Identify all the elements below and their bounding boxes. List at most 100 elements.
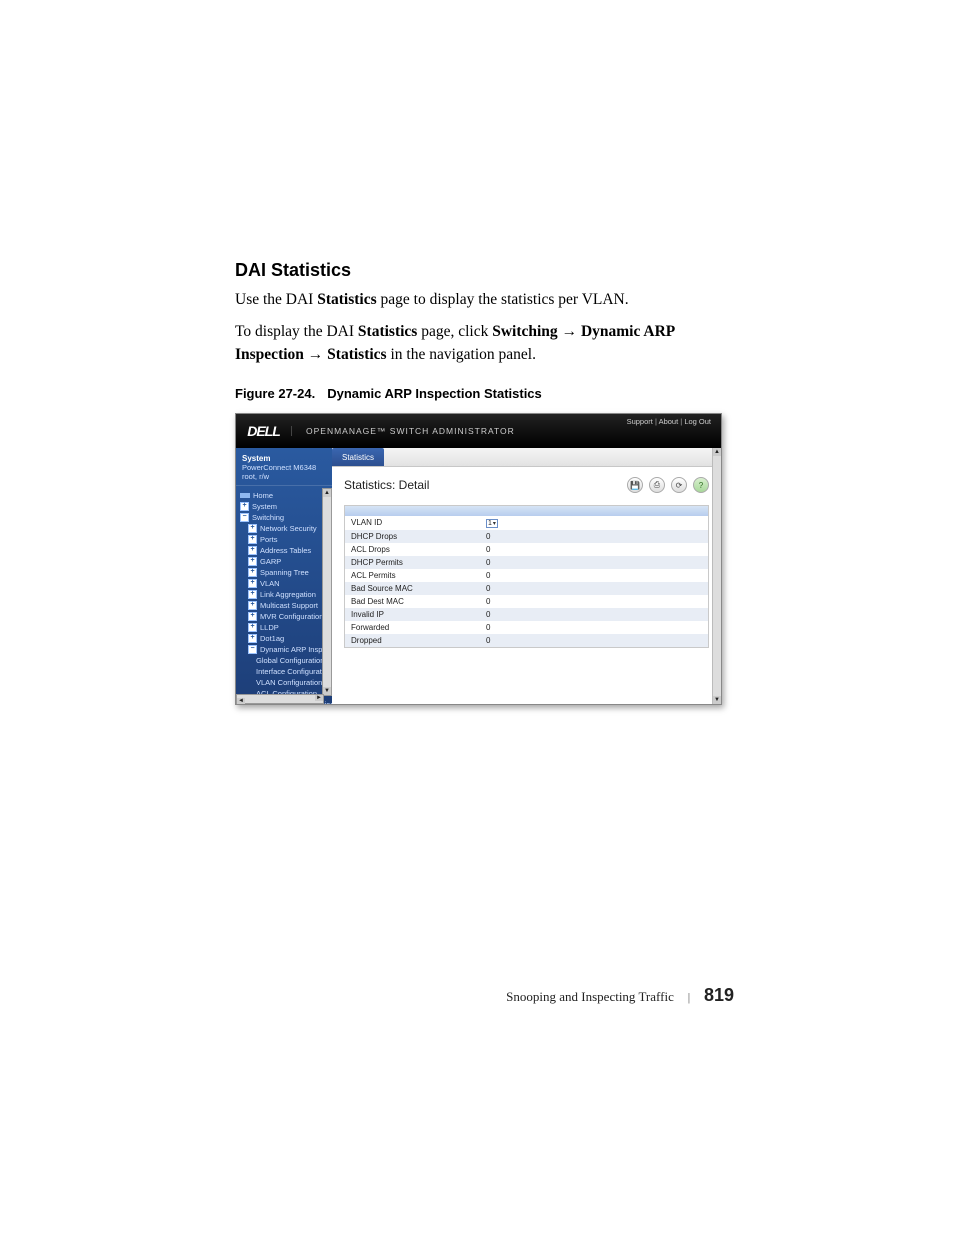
stats-header-bar (345, 506, 708, 516)
sidebar-header: System PowerConnect M6348 root, r/w (236, 448, 332, 486)
vlan-id-select[interactable]: 1▾ (486, 519, 498, 528)
print-icon[interactable]: ⎙ (649, 477, 665, 493)
tree-ports[interactable]: +Ports (240, 534, 332, 545)
tree-address-tables[interactable]: +Address Tables (240, 545, 332, 556)
tree-switching[interactable]: −Switching (240, 512, 332, 523)
stats-row: ACL Drops0 (345, 543, 708, 556)
tree-vlan[interactable]: +VLAN (240, 578, 332, 589)
expand-icon[interactable]: + (248, 601, 257, 610)
collapse-icon[interactable]: − (248, 645, 257, 654)
expand-icon[interactable]: + (248, 546, 257, 555)
text: To display the DAI (235, 323, 358, 340)
stats-key: ACL Permits (351, 571, 486, 580)
sidebar-scrollbar-h[interactable]: ◄► (236, 694, 324, 704)
expand-icon[interactable]: + (248, 524, 257, 533)
main-panel: Statistics Statistics: Detail 💾 ⎙ ⟳ ? (332, 448, 721, 704)
section-heading: DAI Statistics (235, 260, 730, 281)
stats-key: Bad Dest MAC (351, 597, 486, 606)
tree-interface-config[interactable]: Interface Configuration (240, 666, 332, 677)
collapse-icon[interactable]: − (240, 513, 249, 522)
scroll-down-icon[interactable]: ▼ (323, 687, 331, 695)
tree-label: Spanning Tree (260, 567, 309, 578)
tree-vlan-config[interactable]: VLAN Configuration (240, 677, 332, 688)
home-icon (240, 493, 250, 498)
stats-key: VLAN ID (351, 518, 486, 528)
expand-icon[interactable]: + (248, 535, 257, 544)
expand-icon[interactable]: + (248, 590, 257, 599)
tree-label: Global Configuration (256, 655, 324, 666)
nav-paragraph: To display the DAI Statistics page, clic… (235, 321, 730, 366)
text-bold: Statistics (327, 346, 386, 363)
tree-garp[interactable]: +GARP (240, 556, 332, 567)
stats-value: 0 (486, 623, 702, 632)
tree-link-aggregation[interactable]: +Link Aggregation (240, 589, 332, 600)
chapter-title: Snooping and Inspecting Traffic (506, 989, 674, 1004)
tree-lldp[interactable]: +LLDP (240, 622, 332, 633)
save-icon[interactable]: 💾 (627, 477, 643, 493)
text: in the navigation panel. (387, 346, 536, 363)
tree-label: Network Security (260, 523, 317, 534)
scroll-left-icon[interactable]: ◄ (237, 698, 245, 704)
expand-icon[interactable]: + (240, 502, 249, 511)
vlan-id-value: 1 (488, 520, 492, 527)
tree-label: Multicast Support (260, 600, 318, 611)
tree-mvr-config[interactable]: +MVR Configuration (240, 611, 332, 622)
tab-statistics[interactable]: Statistics (332, 448, 384, 466)
stats-value: 0 (486, 571, 702, 580)
text: page, click (417, 323, 492, 340)
header-links: Support | About | Log Out (627, 417, 711, 426)
tree-home[interactable]: Home (240, 490, 332, 501)
tree-label: GARP (260, 556, 281, 567)
tree-label: Interface Configuration (256, 666, 332, 677)
intro-paragraph: Use the DAI Statistics page to display t… (235, 289, 730, 311)
scroll-right-icon[interactable]: ► (315, 695, 323, 701)
scroll-up-icon[interactable]: ▲ (323, 489, 331, 497)
expand-icon[interactable]: + (248, 568, 257, 577)
stats-row: Bad Dest MAC0 (345, 595, 708, 608)
stats-key: DHCP Drops (351, 532, 486, 541)
text: Use the DAI (235, 291, 317, 308)
tree-label: Switching (252, 512, 284, 523)
tree-multicast-support[interactable]: +Multicast Support (240, 600, 332, 611)
tree-label: Address Tables (260, 545, 311, 556)
refresh-icon[interactable]: ⟳ (671, 477, 687, 493)
app-header: DELL OPENMANAGE™ SWITCH ADMINISTRATOR Su… (236, 414, 721, 448)
expand-icon[interactable]: + (248, 634, 257, 643)
stats-value: 0 (486, 532, 702, 541)
page-footer: Snooping and Inspecting Traffic | 819 (0, 985, 954, 1006)
scroll-down-icon[interactable]: ▼ (713, 696, 721, 704)
main-scrollbar-v[interactable]: ▲▼ (712, 448, 721, 704)
tree-label: LLDP (260, 622, 279, 633)
expand-icon[interactable]: + (248, 557, 257, 566)
arrow-icon: → (562, 323, 578, 340)
footer-separator: | (687, 992, 690, 1004)
stats-row: Bad Source MAC0 (345, 582, 708, 595)
tree-dot1ag[interactable]: +Dot1ag (240, 633, 332, 644)
tree-global-config[interactable]: Global Configuration (240, 655, 332, 666)
stats-key: Forwarded (351, 623, 486, 632)
expand-icon[interactable]: + (248, 612, 257, 621)
sep: | (680, 417, 682, 426)
stats-row: Invalid IP0 (345, 608, 708, 621)
stats-key: ACL Drops (351, 545, 486, 554)
expand-icon[interactable]: + (248, 579, 257, 588)
stats-row: Dropped0 (345, 634, 708, 647)
expand-icon[interactable]: + (248, 623, 257, 632)
text-bold: Statistics (317, 291, 376, 308)
tree-system[interactable]: +System (240, 501, 332, 512)
stats-value: 0 (486, 597, 702, 606)
tree-spanning-tree[interactable]: +Spanning Tree (240, 567, 332, 578)
logout-link[interactable]: Log Out (684, 417, 711, 426)
about-link[interactable]: About (659, 417, 679, 426)
help-icon[interactable]: ? (693, 477, 709, 493)
support-link[interactable]: Support (627, 417, 653, 426)
tree-label: Dot1ag (260, 633, 284, 644)
tree-network-security[interactable]: +Network Security (240, 523, 332, 534)
text-bold: Statistics (358, 323, 417, 340)
scroll-up-icon[interactable]: ▲ (713, 448, 721, 456)
stats-value: 0 (486, 636, 702, 645)
sidebar-scrollbar-v[interactable]: ▲▼ (322, 488, 332, 696)
tree-dai[interactable]: −Dynamic ARP Inspection (240, 644, 332, 655)
panel-toolbar: 💾 ⎙ ⟳ ? (627, 477, 709, 493)
stats-value: 0 (486, 584, 702, 593)
